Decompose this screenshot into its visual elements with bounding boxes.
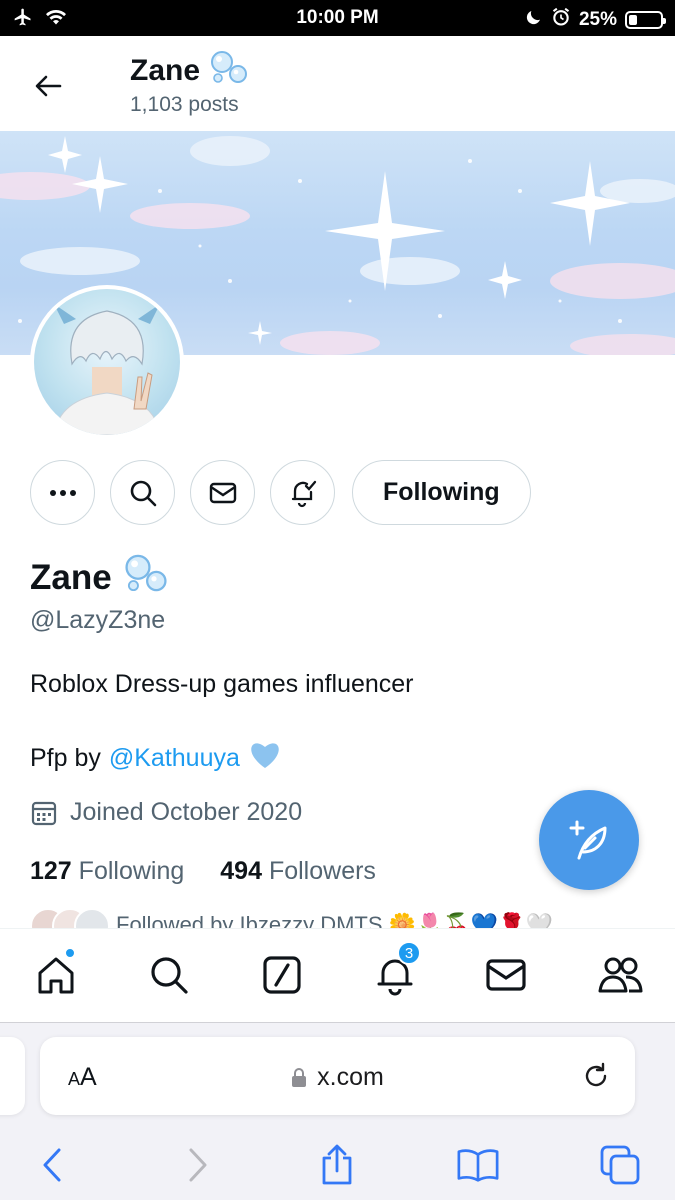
battery-percent: 25%	[578, 9, 617, 30]
following-label: Following	[78, 857, 185, 885]
browser-back-button[interactable]	[30, 1143, 74, 1187]
mail-icon	[209, 482, 236, 503]
unread-dot	[64, 947, 76, 959]
arrow-left-icon	[35, 75, 62, 97]
calendar-icon	[31, 801, 57, 825]
profile-actions: Following	[30, 460, 531, 525]
avatar[interactable]	[30, 285, 184, 439]
more-dots-icon	[49, 489, 76, 496]
lock-icon	[292, 1067, 307, 1087]
profile-name-row: Zane	[30, 553, 170, 602]
profile-bio: Roblox Dress-up games influencer	[30, 670, 414, 698]
status-bar: 10:00 PM 25%	[0, 0, 675, 36]
avatar	[74, 908, 110, 930]
chevron-right-icon	[189, 1148, 207, 1182]
bottom-navigation: 3	[0, 928, 675, 1022]
profile-handle: @LazyZ3ne	[30, 606, 166, 634]
bookmarks-button[interactable]	[456, 1143, 500, 1187]
nav-explore[interactable]	[141, 947, 197, 1003]
browser-chrome: AA x.com	[0, 1022, 675, 1200]
notifications-subscribe-button[interactable]	[270, 460, 335, 525]
joined-date: Joined October 2020	[30, 798, 302, 827]
profile-name: Zane	[30, 557, 112, 597]
people-icon	[598, 957, 643, 993]
bubbles-emoji-icon	[122, 553, 170, 602]
url-display[interactable]: x.com	[40, 1063, 635, 1092]
compose-post-button[interactable]	[539, 790, 639, 890]
reload-icon	[585, 1062, 607, 1087]
browser-toolbar	[0, 1135, 675, 1195]
nav-home[interactable]	[28, 947, 84, 1003]
feather-plus-icon	[569, 820, 607, 860]
followers-stat[interactable]: 494 Followers	[220, 857, 376, 886]
url-text: x.com	[317, 1063, 384, 1091]
reload-button[interactable]	[581, 1061, 611, 1096]
followers-label: Followers	[268, 857, 376, 885]
nav-messages[interactable]	[478, 947, 534, 1003]
address-bar[interactable]: AA x.com	[40, 1037, 635, 1115]
nav-communities[interactable]	[592, 947, 648, 1003]
mail-icon	[486, 959, 526, 991]
followed-by[interactable]: Followed by Ibzezzy DMTS 🌼🌷🍒💙🌹🤍	[30, 908, 650, 930]
battery-icon	[625, 11, 666, 29]
follow-stats: 127 Following 494 Followers	[30, 857, 376, 886]
followers-count: 494	[220, 857, 262, 885]
bubbles-emoji-icon	[208, 50, 250, 92]
book-icon	[457, 1149, 499, 1182]
nav-grok[interactable]	[254, 947, 310, 1003]
avatar-image	[34, 289, 180, 435]
following-count: 127	[30, 857, 72, 885]
pfp-credit-link[interactable]: @Kathuuya	[109, 744, 240, 773]
search-icon	[151, 957, 188, 994]
alarm-icon	[551, 7, 571, 33]
profile-header: Zane 1,103 posts	[0, 36, 675, 131]
pfp-credit: Pfp by @Kathuuya	[30, 740, 282, 777]
moon-icon	[525, 8, 543, 32]
message-button[interactable]	[190, 460, 255, 525]
header-name: Zane	[130, 54, 201, 87]
blue-heart-icon	[248, 740, 282, 777]
tabs-icon	[600, 1145, 640, 1185]
more-button[interactable]	[30, 460, 95, 525]
following-stat[interactable]: 127 Following	[30, 857, 184, 886]
bell-check-icon	[291, 480, 316, 507]
following-button[interactable]: Following	[352, 460, 531, 525]
share-button[interactable]	[315, 1143, 359, 1187]
header-title: Zane	[130, 50, 250, 92]
share-icon	[322, 1144, 352, 1185]
tabs-button[interactable]	[598, 1143, 642, 1187]
joined-text: Joined October 2020	[70, 798, 303, 826]
previous-tab[interactable]	[0, 1037, 25, 1115]
post-count: 1,103 posts	[130, 93, 239, 116]
notifications-badge: 3	[397, 941, 421, 965]
home-icon	[38, 957, 74, 994]
browser-forward-button[interactable]	[176, 1143, 220, 1187]
back-button[interactable]	[28, 66, 68, 106]
search-icon	[130, 480, 156, 506]
nav-notifications[interactable]: 3	[367, 941, 423, 1003]
pfp-credit-prefix: Pfp by	[30, 744, 101, 772]
followed-by-avatars	[30, 908, 110, 930]
grok-icon	[263, 956, 301, 994]
search-profile-button[interactable]	[110, 460, 175, 525]
chevron-left-icon	[43, 1148, 61, 1182]
